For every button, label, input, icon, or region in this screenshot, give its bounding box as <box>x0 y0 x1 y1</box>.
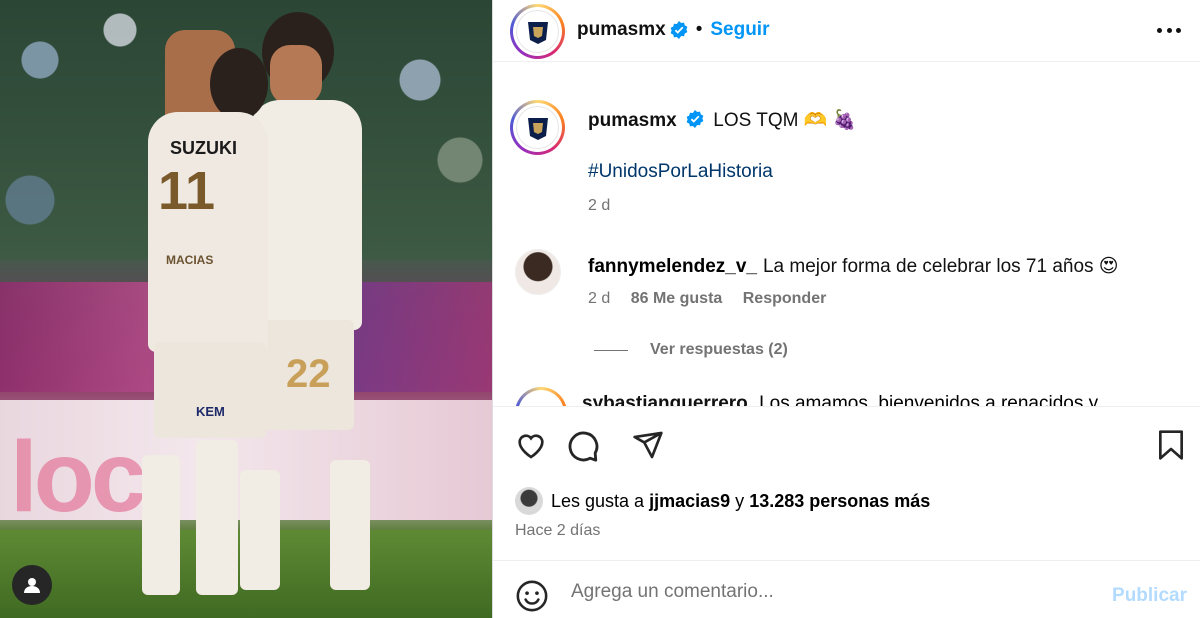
separator-dot: • <box>695 19 703 40</box>
publish-button[interactable]: Publicar <box>1112 585 1187 607</box>
user-icon <box>24 578 40 593</box>
post-photo[interactable]: loc 22 SUZUKI 11 MACIAS KEM <box>0 0 492 618</box>
likes-others[interactable]: 13.283 personas más <box>749 491 930 512</box>
like-heart-icon[interactable] <box>514 429 548 461</box>
player-sock <box>240 470 280 590</box>
liker-username[interactable]: jjmacias9 <box>649 491 730 512</box>
comment-likes[interactable]: 86 Me gusta <box>631 290 723 307</box>
comment-input[interactable] <box>571 575 1091 609</box>
comments-section[interactable]: pumasmx LOS TQM 🫶 🍇 #UnidosPorLaHistoria… <box>493 63 1200 406</box>
player-head <box>210 48 268 120</box>
caption-author[interactable]: pumasmx <box>588 110 677 131</box>
comment-composer: Publicar <box>493 560 1200 618</box>
commenter-username[interactable]: fannymelendez_v_ <box>588 256 757 277</box>
commenter-username[interactable]: sybastianguerrero <box>582 393 748 406</box>
pumas-logo-icon <box>527 117 548 140</box>
likes-prefix: Les gusta a <box>551 490 645 511</box>
player-sock <box>142 455 180 595</box>
pumas-logo-icon <box>527 21 548 44</box>
author-avatar[interactable] <box>510 4 565 59</box>
front-number: 11 <box>158 161 216 221</box>
post-header: pumasmx • Seguir <box>493 0 1200 62</box>
share-icon[interactable] <box>632 429 664 461</box>
more-options-icon[interactable] <box>1157 20 1181 40</box>
comment-time[interactable]: 2 d <box>588 290 610 307</box>
emoji-icon[interactable] <box>515 579 549 613</box>
player-sock <box>196 440 238 595</box>
tagged-users-button[interactable] <box>12 565 52 605</box>
post-date[interactable]: Hace 2 días <box>515 522 600 540</box>
verified-badge-icon <box>670 21 688 39</box>
author-username[interactable]: pumasmx <box>577 19 666 41</box>
commenter-avatar[interactable] <box>515 249 561 295</box>
likes-summary[interactable]: Les gusta a jjmacias9 y 13.283 personas … <box>515 487 930 515</box>
comment-text: La mejor forma de celebrar los 71 años 😍 <box>762 256 1119 277</box>
back-number: 22 <box>286 352 331 396</box>
caption-time[interactable]: 2 d <box>588 197 610 215</box>
reply-button[interactable]: Responder <box>743 290 827 307</box>
comment-text: Los amamos, bienvenidos a renacidos y <box>759 393 1099 406</box>
likes-conj: y <box>735 490 745 511</box>
caption-author-avatar[interactable] <box>510 100 565 155</box>
view-replies-label: Ver respuestas (2) <box>650 341 788 358</box>
player-sock <box>330 460 370 590</box>
follow-button[interactable]: Seguir <box>710 19 769 41</box>
jersey-sponsor: SUZUKI <box>170 138 237 158</box>
post-sidebar: pumasmx • Seguir pumasmx LOS TQM 🫶 🍇 #Un… <box>492 0 1200 618</box>
ad-board-text: loc <box>10 421 146 533</box>
commenter-avatar[interactable] <box>515 387 567 406</box>
shorts-sponsor: KEM <box>196 404 225 419</box>
view-replies-button[interactable]: Ver respuestas (2) <box>594 341 788 359</box>
post-actions: Les gusta a jjmacias9 y 13.283 personas … <box>493 406 1200 560</box>
caption-hashtag[interactable]: #UnidosPorLaHistoria <box>588 161 773 183</box>
player-shorts <box>154 342 266 438</box>
caption-text: LOS TQM 🫶 🍇 <box>713 110 857 131</box>
liker-avatar <box>515 487 543 515</box>
comment-icon[interactable] <box>566 429 600 463</box>
player-face <box>270 45 322 105</box>
player-name: MACIAS <box>166 253 214 267</box>
replies-divider <box>594 349 628 351</box>
verified-badge-icon <box>686 110 704 128</box>
caption: pumasmx LOS TQM 🫶 🍇 <box>588 108 856 132</box>
save-bookmark-icon[interactable] <box>1157 429 1185 461</box>
